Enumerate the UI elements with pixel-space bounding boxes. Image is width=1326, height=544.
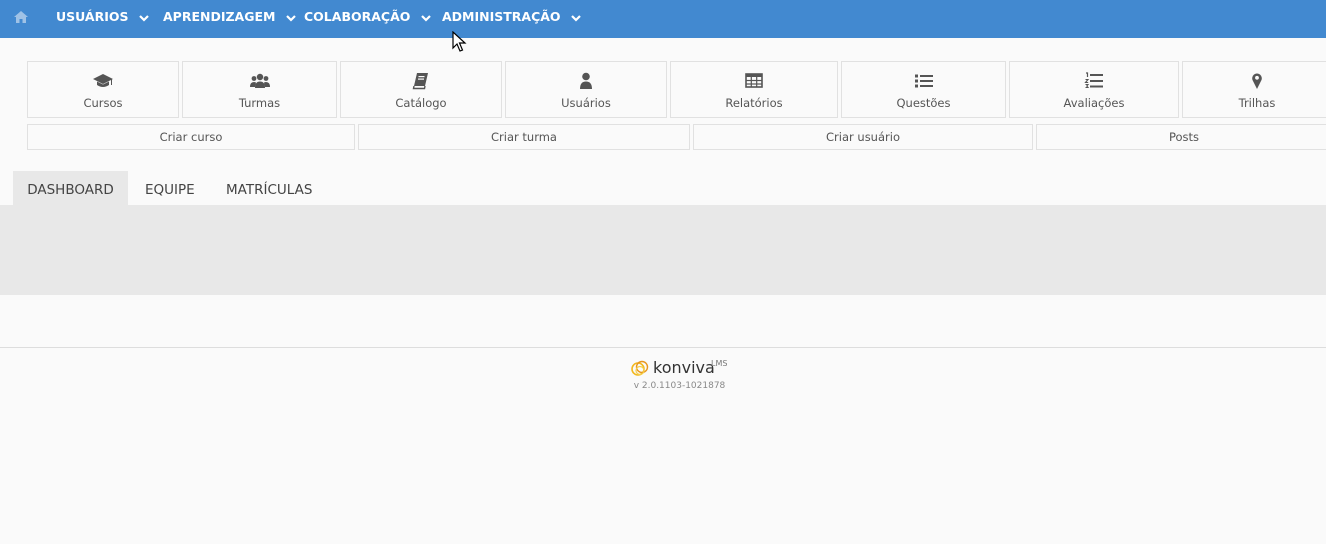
shortcut-label: Avaliações <box>1063 96 1125 110</box>
menu-label: USUÁRIOS <box>56 9 129 24</box>
menu-label: ADMINISTRAÇÃO <box>442 9 561 24</box>
footer-divider <box>0 347 1326 348</box>
chevron-down-icon <box>286 14 296 22</box>
book-icon <box>412 73 428 90</box>
menu-label: COLABORAÇÃO <box>304 9 411 24</box>
konviva-logo-icon <box>631 360 649 376</box>
list-icon <box>914 74 933 88</box>
menu-label: APRENDIZAGEM <box>163 9 276 24</box>
shortcut-label: Cursos <box>83 96 123 110</box>
shortcut-cursos[interactable]: Cursos <box>27 61 179 118</box>
chevron-down-icon <box>571 14 581 22</box>
menu-aprendizagem[interactable]: APRENDIZAGEM <box>163 0 296 34</box>
chevron-down-icon <box>139 14 149 22</box>
version-text: v 2.0.1103-1021878 <box>633 381 726 391</box>
shortcut-label: Relatórios <box>725 96 783 110</box>
chevron-down-icon <box>420 14 431 22</box>
menu-colaboracao[interactable]: COLABORAÇÃO <box>304 0 431 34</box>
shortcut-label: Usuários <box>561 96 611 110</box>
menu-administracao[interactable]: ADMINISTRAÇÃO <box>442 0 581 34</box>
shortcut-trilhas[interactable]: Trilhas <box>1182 61 1326 118</box>
brand-suffix: LMS <box>711 359 728 368</box>
shortcut-usuarios[interactable]: Usuários <box>505 61 667 118</box>
shortcut-avaliacoes[interactable]: Avaliações <box>1009 61 1179 118</box>
shortcut-relatorios[interactable]: Relatórios <box>670 61 838 118</box>
tab-dashboard[interactable]: DASHBOARD <box>13 171 128 205</box>
brand-name: konviva <box>653 358 715 377</box>
dashboard-panel <box>0 205 1326 295</box>
top-nav-bar: USUÁRIOS APRENDIZAGEM COLABORAÇÃO ADMINI… <box>0 0 1326 38</box>
user-icon <box>580 72 592 89</box>
graduation-cap-icon <box>93 74 113 87</box>
shortcut-label: Catálogo <box>395 96 447 110</box>
shortcut-label: Questões <box>896 96 951 110</box>
tab-matriculas[interactable]: MATRÍCULAS <box>226 171 312 205</box>
mouse-cursor-icon <box>452 31 467 52</box>
criar-usuario-button[interactable]: Criar usuário <box>693 124 1033 150</box>
tab-equipe[interactable]: EQUIPE <box>145 171 195 205</box>
criar-curso-button[interactable]: Criar curso <box>27 124 355 150</box>
criar-turma-button[interactable]: Criar turma <box>358 124 690 150</box>
ordered-list-icon <box>1084 72 1103 89</box>
shortcut-label: Turmas <box>238 96 281 110</box>
shortcut-turmas[interactable]: Turmas <box>182 61 337 118</box>
menu-usuarios[interactable]: USUÁRIOS <box>56 0 149 34</box>
shortcut-label: Trilhas <box>1238 96 1276 110</box>
group-icon <box>249 73 270 88</box>
table-icon <box>745 73 763 88</box>
shortcut-questoes[interactable]: Questões <box>841 61 1006 118</box>
home-icon[interactable] <box>13 9 29 25</box>
shortcut-catalogo[interactable]: Catálogo <box>340 61 502 118</box>
posts-button[interactable]: Posts <box>1036 124 1326 150</box>
map-marker-icon <box>1252 73 1262 89</box>
